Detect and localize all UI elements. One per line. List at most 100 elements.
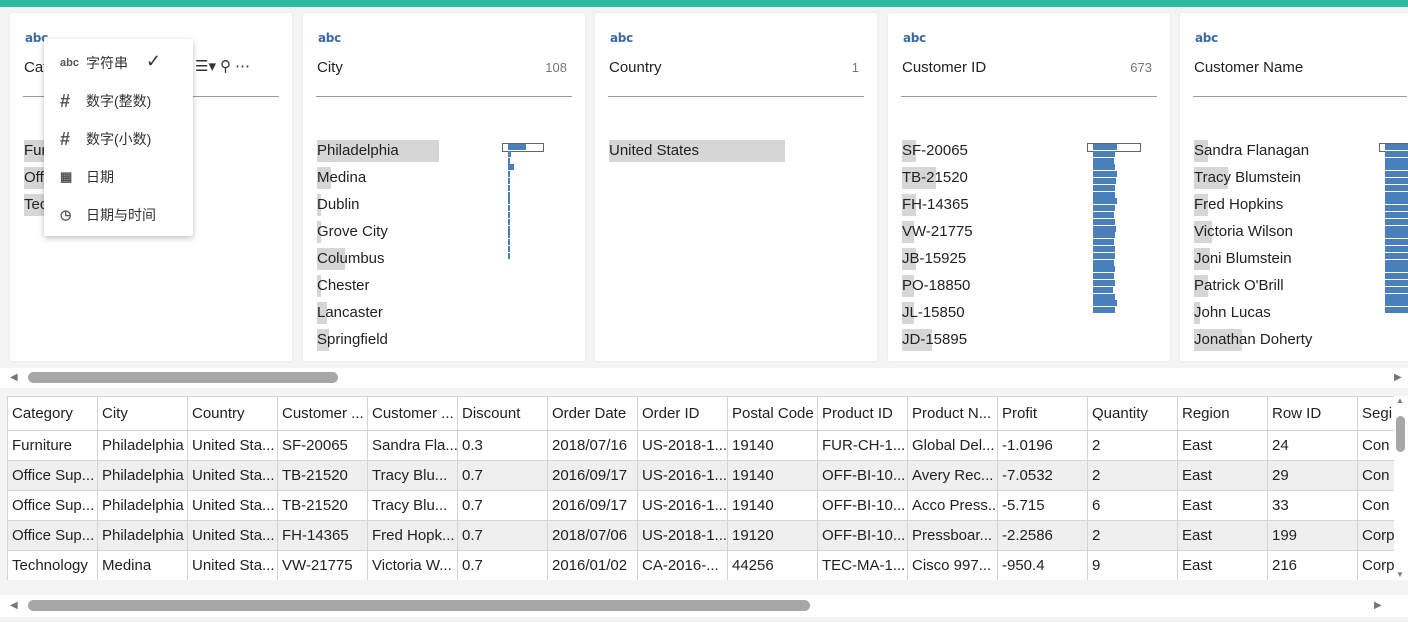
scroll-right-arrow-icon[interactable]: ▶: [1394, 372, 1402, 383]
table-row[interactable]: Furniture Philadelphia United Sta... SF-200…: [7, 430, 1394, 461]
table-cell[interactable]: United Sta...: [187, 520, 278, 551]
table-cell[interactable]: Furniture: [7, 430, 98, 461]
grid-scroll-right-arrow-icon[interactable]: ▶: [1374, 600, 1382, 611]
string-type-icon[interactable]: abc: [318, 31, 341, 45]
column-header[interactable]: Order ID: [637, 396, 728, 431]
column-header[interactable]: Profit: [997, 396, 1088, 431]
value-item[interactable]: Fred Hopkins: [1194, 194, 1312, 221]
table-cell[interactable]: Corp: [1357, 520, 1394, 551]
menu-item-2[interactable]: # 数字(小数): [60, 127, 151, 151]
column-header[interactable]: Row ID: [1267, 396, 1358, 431]
value-item[interactable]: Joni Blumstein: [1194, 248, 1312, 275]
grid-scroll-left-arrow-icon[interactable]: ◀: [10, 600, 18, 611]
table-cell[interactable]: 216: [1267, 550, 1358, 580]
table-cell[interactable]: US-2018-1...: [637, 430, 728, 461]
table-cell[interactable]: Office Sup...: [7, 520, 98, 551]
table-cell[interactable]: 19140: [727, 430, 818, 461]
column-header[interactable]: Order Date: [547, 396, 638, 431]
column-header[interactable]: Postal Code: [727, 396, 818, 431]
table-cell[interactable]: 2016/01/02: [547, 550, 638, 580]
value-item[interactable]: TB-21520: [902, 167, 973, 194]
value-item[interactable]: Springfield: [317, 329, 399, 356]
table-cell[interactable]: 44256: [727, 550, 818, 580]
table-cell[interactable]: 9: [1087, 550, 1178, 580]
column-header[interactable]: Customer ...: [367, 396, 458, 431]
table-cell[interactable]: Fred Hopk...: [367, 520, 458, 551]
table-cell[interactable]: 33: [1267, 490, 1358, 521]
table-cell[interactable]: 19120: [727, 520, 818, 551]
table-cell[interactable]: 0.7: [457, 490, 548, 521]
value-item[interactable]: Lancaster: [317, 302, 399, 329]
table-cell[interactable]: Sandra Fla...: [367, 430, 458, 461]
table-cell[interactable]: Tracy Blu...: [367, 460, 458, 491]
value-item[interactable]: JB-15925: [902, 248, 973, 275]
table-cell[interactable]: US-2016-1...: [637, 490, 728, 521]
table-cell[interactable]: 6: [1087, 490, 1178, 521]
grid-hscroll-thumb[interactable]: [28, 600, 810, 611]
search-icon[interactable]: ⚲: [220, 58, 231, 75]
value-item[interactable]: Chester: [317, 275, 399, 302]
table-cell[interactable]: Pressboar...: [907, 520, 998, 551]
table-cell[interactable]: Con: [1357, 490, 1394, 521]
grid-horizontal-scrollbar[interactable]: ◀ ▶: [0, 595, 1408, 617]
column-header[interactable]: Region: [1177, 396, 1268, 431]
table-cell[interactable]: -5.715: [997, 490, 1088, 521]
table-cell[interactable]: -7.0532: [997, 460, 1088, 491]
table-cell[interactable]: OFF-BI-10...: [817, 460, 908, 491]
table-cell[interactable]: SF-20065: [277, 430, 368, 461]
table-row[interactable]: Office Sup... Philadelphia United Sta... TB…: [7, 460, 1394, 491]
value-item[interactable]: United States: [609, 140, 785, 167]
value-item[interactable]: VW-21775: [902, 221, 973, 248]
table-cell[interactable]: TB-21520: [277, 490, 368, 521]
table-cell[interactable]: 0.7: [457, 550, 548, 580]
value-item[interactable]: Grove City: [317, 221, 399, 248]
table-cell[interactable]: East: [1177, 490, 1268, 521]
table-cell[interactable]: -950.4: [997, 550, 1088, 580]
menu-item-4[interactable]: ◷ 日期与时间: [60, 203, 156, 227]
table-cell[interactable]: United Sta...: [187, 490, 278, 521]
table-cell[interactable]: VW-21775: [277, 550, 368, 580]
table-cell[interactable]: Philadelphia: [97, 490, 188, 521]
table-row[interactable]: Office Sup... Philadelphia United Sta... FH…: [7, 520, 1394, 551]
menu-item-0[interactable]: abc 字符串: [60, 51, 128, 75]
table-cell[interactable]: US-2016-1...: [637, 460, 728, 491]
table-cell[interactable]: Cisco 997...: [907, 550, 998, 580]
table-cell[interactable]: TB-21520: [277, 460, 368, 491]
profile-card-4[interactable]: abc Customer Name Sandra Flanagan Tracy Blu…: [1180, 13, 1408, 361]
table-cell[interactable]: Medina: [97, 550, 188, 580]
scroll-up-arrow-icon[interactable]: ▲: [1396, 396, 1404, 405]
more-icon[interactable]: ⋯: [235, 58, 250, 75]
table-cell[interactable]: FUR-CH-1...: [817, 430, 908, 461]
profile-card-3[interactable]: abc Customer ID 673 SF-20065 TB-21520 FH-1436…: [888, 13, 1170, 361]
scroll-down-arrow-icon[interactable]: ▼: [1396, 570, 1404, 579]
value-item[interactable]: Dublin: [317, 194, 399, 221]
table-cell[interactable]: US-2018-1...: [637, 520, 728, 551]
table-cell[interactable]: Victoria W...: [367, 550, 458, 580]
string-type-icon[interactable]: abc: [1195, 31, 1218, 45]
table-cell[interactable]: United Sta...: [187, 430, 278, 461]
column-header[interactable]: Country: [187, 396, 278, 431]
value-item[interactable]: John Lucas: [1194, 302, 1312, 329]
profile-card-1[interactable]: abc City 108 Philadelphia Medina Dublin Grove …: [303, 13, 585, 361]
column-header[interactable]: Segi: [1357, 396, 1394, 431]
value-item[interactable]: Philadelphia: [317, 140, 439, 167]
table-cell[interactable]: Con: [1357, 430, 1394, 461]
table-cell[interactable]: 24: [1267, 430, 1358, 461]
sort-icon[interactable]: ☰▾: [195, 58, 216, 75]
table-cell[interactable]: 2016/09/17: [547, 460, 638, 491]
column-header[interactable]: Discount: [457, 396, 548, 431]
value-item[interactable]: FH-14365: [902, 194, 973, 221]
menu-item-3[interactable]: ▦ 日期: [60, 165, 114, 189]
value-item[interactable]: Patrick O'Brill: [1194, 275, 1312, 302]
value-item[interactable]: Sandra Flanagan: [1194, 140, 1312, 167]
table-cell[interactable]: -2.2586: [997, 520, 1088, 551]
table-cell[interactable]: 199: [1267, 520, 1358, 551]
grid-vertical-scrollbar[interactable]: ▲ ▼: [1394, 396, 1408, 580]
table-cell[interactable]: United Sta...: [187, 460, 278, 491]
table-cell[interactable]: Office Sup...: [7, 490, 98, 521]
value-item[interactable]: Medina: [317, 167, 399, 194]
column-header[interactable]: Product ID: [817, 396, 908, 431]
table-cell[interactable]: Philadelphia: [97, 520, 188, 551]
column-header[interactable]: City: [97, 396, 188, 431]
table-cell[interactable]: 29: [1267, 460, 1358, 491]
